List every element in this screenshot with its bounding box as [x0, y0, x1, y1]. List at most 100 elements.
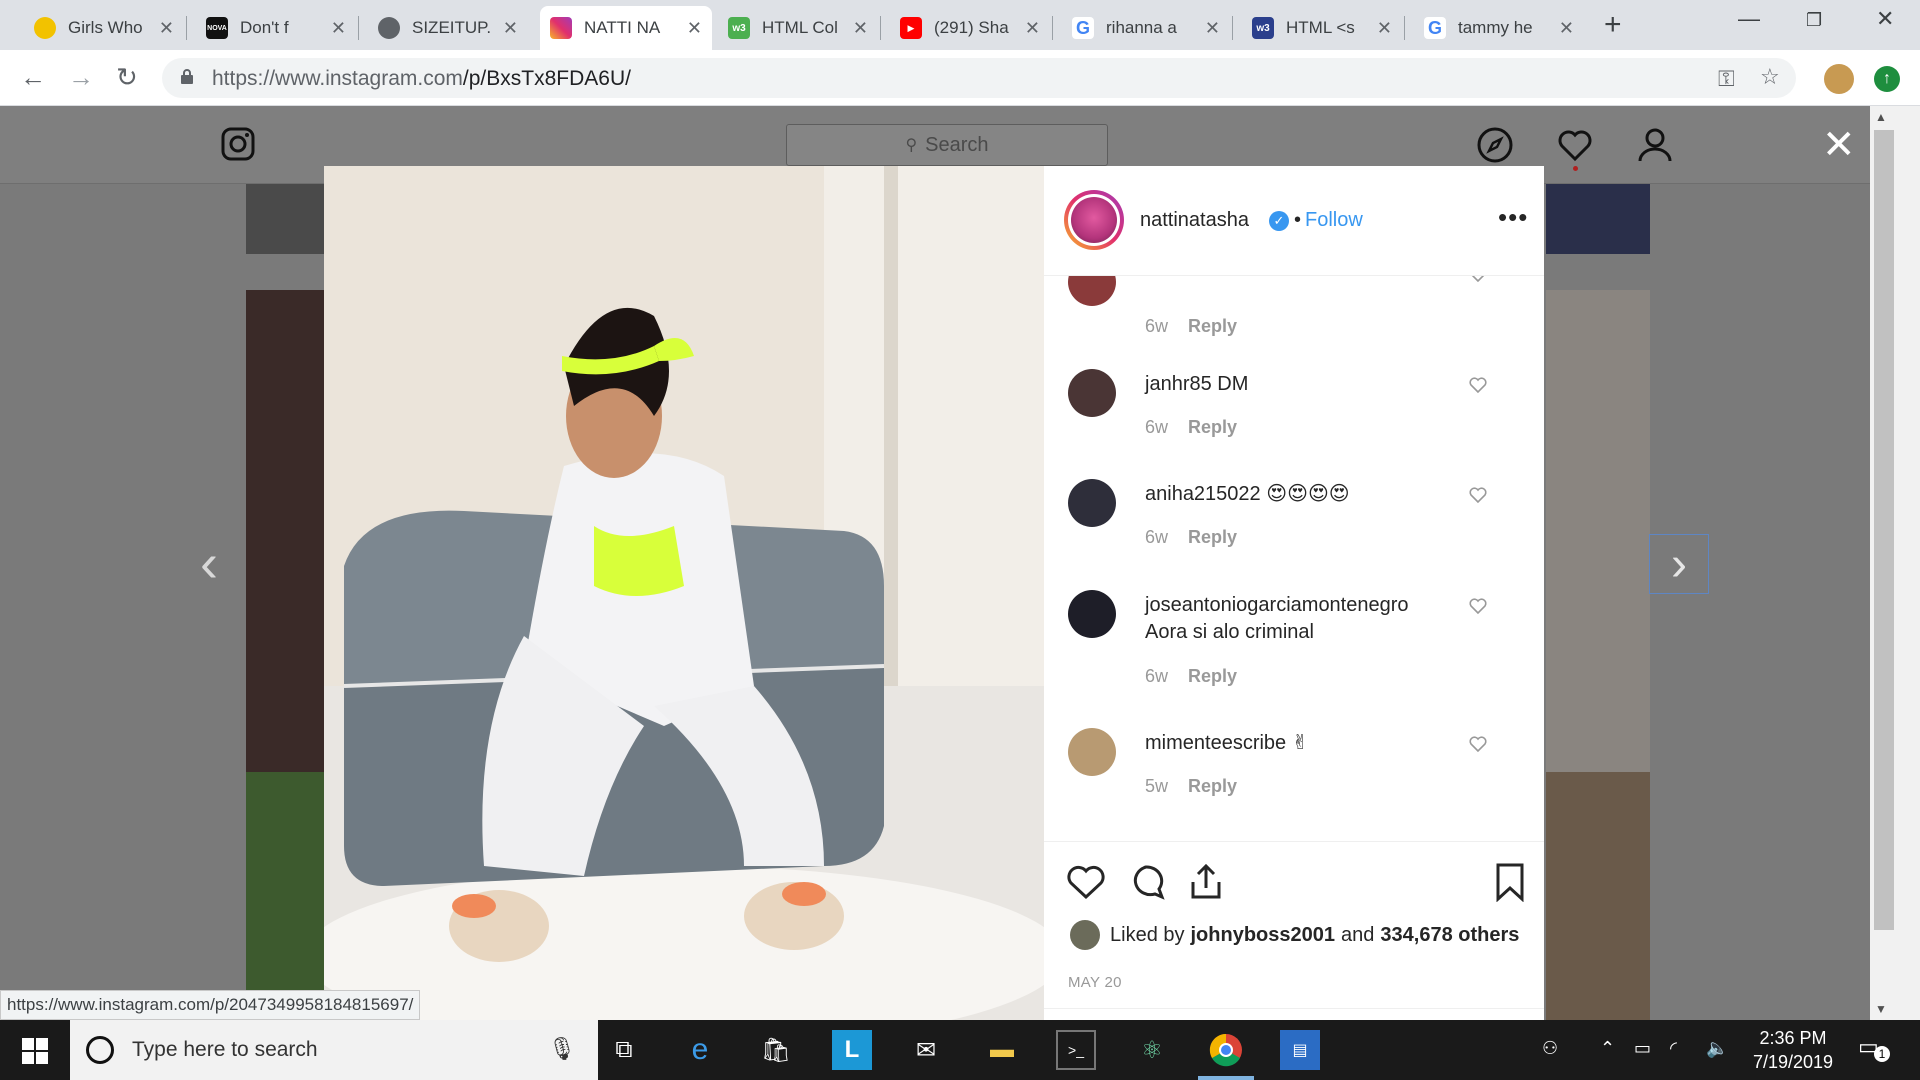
- windows-taskbar: Type here to search 🎙 ⧉ e 🛍 L ✉ ▬ >_ ⚛ ▤…: [0, 1020, 1920, 1080]
- share-icon[interactable]: [1186, 862, 1226, 902]
- chrome-browser-icon[interactable]: [1198, 1030, 1254, 1080]
- cortana-icon: [86, 1036, 114, 1064]
- post-photo[interactable]: [324, 166, 1044, 1020]
- document-app-icon[interactable]: ▤: [1280, 1030, 1320, 1070]
- edge-browser-icon[interactable]: e: [680, 1030, 720, 1070]
- commenter-username[interactable]: joseantoniogarciamontenegro: [1145, 592, 1475, 619]
- like-comment-heart-icon[interactable]: [1468, 734, 1488, 754]
- close-tab-icon[interactable]: ✕: [853, 18, 868, 39]
- reply-button[interactable]: Reply: [1188, 666, 1237, 686]
- file-explorer-icon[interactable]: ▬: [982, 1030, 1022, 1070]
- mail-icon[interactable]: ✉: [906, 1030, 946, 1070]
- reply-button[interactable]: Reply: [1188, 316, 1237, 336]
- page-scrollbar[interactable]: ▲ ▼: [1870, 106, 1920, 1020]
- reload-icon[interactable]: ↻: [116, 62, 138, 93]
- close-tab-icon[interactable]: ✕: [159, 18, 174, 39]
- comment-text: mimenteescribe ✌: [1145, 732, 1309, 754]
- terminal-icon[interactable]: >_: [1056, 1030, 1096, 1070]
- like-comment-heart-icon[interactable]: [1468, 485, 1488, 505]
- add-comment-area[interactable]: [1044, 1008, 1544, 1020]
- store-icon[interactable]: 🛍: [756, 1030, 796, 1070]
- browser-tab[interactable]: SIZEITUP. ✕: [368, 6, 528, 50]
- like-comment-heart-icon[interactable]: [1468, 375, 1488, 395]
- key-icon[interactable]: ⚿: [1718, 66, 1735, 92]
- forward-arrow-icon[interactable]: →: [68, 62, 94, 93]
- restore-button[interactable]: ❐: [1806, 10, 1822, 31]
- commenter-avatar[interactable]: [1068, 728, 1116, 776]
- close-window-button[interactable]: ✕: [1876, 6, 1894, 32]
- task-view-icon[interactable]: ⧉: [604, 1030, 644, 1070]
- commenter-avatar[interactable]: [1068, 369, 1116, 417]
- search-input[interactable]: ⚲ Search: [786, 124, 1108, 166]
- atom-editor-icon[interactable]: ⚛: [1132, 1030, 1172, 1070]
- system-clock[interactable]: 2:36 PM 7/19/2019: [1738, 1026, 1848, 1074]
- liker-username[interactable]: johnyboss2001: [1191, 924, 1336, 947]
- minimize-button[interactable]: —: [1738, 6, 1760, 32]
- new-tab-button[interactable]: +: [1604, 8, 1622, 42]
- scrollbar-thumb[interactable]: [1874, 130, 1894, 930]
- volume-icon[interactable]: 🔈: [1706, 1038, 1728, 1059]
- reply-button[interactable]: Reply: [1188, 527, 1237, 547]
- battery-icon[interactable]: ▭: [1634, 1038, 1651, 1059]
- activity-heart-icon[interactable]: [1556, 126, 1594, 164]
- start-windows-icon[interactable]: [22, 1038, 48, 1064]
- close-tab-icon[interactable]: ✕: [1559, 18, 1574, 39]
- tab-favicon-icon: [34, 17, 56, 39]
- more-options-icon[interactable]: •••: [1498, 202, 1528, 233]
- liker-avatar[interactable]: [1070, 920, 1100, 950]
- author-avatar[interactable]: [1064, 190, 1124, 250]
- commenter-avatar[interactable]: [1068, 590, 1116, 638]
- likes-count[interactable]: 334,678 others: [1380, 924, 1519, 947]
- commenter-username[interactable]: aniha215022: [1145, 483, 1261, 505]
- browser-tab[interactable]: NOVA Don't f ✕: [196, 6, 356, 50]
- close-tab-icon[interactable]: ✕: [503, 18, 518, 39]
- browser-tab[interactable]: ▶ (291) Sha ✕: [890, 6, 1050, 50]
- comment-item: mimenteescribe ✌ 5w Reply: [1068, 728, 1528, 828]
- people-icon[interactable]: ⚇: [1542, 1038, 1558, 1059]
- close-tab-icon[interactable]: ✕: [331, 18, 346, 39]
- follow-button[interactable]: Follow: [1305, 209, 1363, 232]
- previous-post-arrow-icon[interactable]: ‹: [200, 532, 218, 594]
- commenter-username[interactable]: mimenteescribe: [1145, 732, 1286, 754]
- like-heart-icon[interactable]: [1066, 862, 1106, 902]
- scroll-down-arrow-icon[interactable]: ▼: [1875, 1002, 1887, 1016]
- wifi-icon[interactable]: ◜: [1670, 1038, 1677, 1059]
- explore-compass-icon[interactable]: [1476, 126, 1514, 164]
- browser-tab[interactable]: G rihanna a ✕: [1062, 6, 1230, 50]
- like-comment-heart-icon[interactable]: [1468, 596, 1488, 616]
- star-icon[interactable]: ☆: [1760, 64, 1780, 90]
- browser-tab[interactable]: Girls Who ✕: [24, 6, 184, 50]
- search-icon: ⚲: [905, 137, 918, 154]
- address-bar[interactable]: https://www.instagram.com/p/BxsTx8FDA6U/…: [162, 58, 1796, 98]
- show-hidden-icons-chevron-icon[interactable]: ⌃: [1600, 1038, 1615, 1059]
- save-bookmark-icon[interactable]: [1490, 862, 1530, 902]
- back-arrow-icon[interactable]: ←: [20, 62, 46, 93]
- browser-tab[interactable]: w3 HTML <s ✕: [1242, 6, 1402, 50]
- close-tab-icon[interactable]: ✕: [1025, 18, 1040, 39]
- commenter-avatar[interactable]: [1068, 479, 1116, 527]
- author-username[interactable]: nattinatasha: [1140, 209, 1249, 232]
- profile-icon[interactable]: [1636, 126, 1674, 164]
- next-post-arrow-icon[interactable]: ›: [1649, 534, 1709, 594]
- comment-bubble-icon[interactable]: [1126, 862, 1166, 902]
- close-tab-icon[interactable]: ✕: [1377, 18, 1392, 39]
- app-l-icon[interactable]: L: [832, 1030, 872, 1070]
- browser-tab[interactable]: G tammy he ✕: [1414, 6, 1584, 50]
- extension-icon[interactable]: [1824, 64, 1854, 94]
- browser-tab-active[interactable]: NATTI NA ✕: [540, 6, 712, 50]
- reply-button[interactable]: Reply: [1188, 417, 1237, 437]
- update-icon[interactable]: ↑: [1874, 66, 1900, 92]
- commenter-avatar[interactable]: [1068, 276, 1116, 306]
- scroll-up-arrow-icon[interactable]: ▲: [1875, 110, 1887, 124]
- close-tab-icon[interactable]: ✕: [687, 18, 702, 39]
- like-comment-heart-icon[interactable]: [1468, 276, 1488, 284]
- taskbar-search-box[interactable]: Type here to search 🎙: [70, 1020, 598, 1080]
- close-modal-button[interactable]: ✕: [1822, 122, 1856, 168]
- action-center-icon[interactable]: ▭ 1: [1858, 1034, 1890, 1064]
- instagram-logo-icon[interactable]: [220, 126, 256, 162]
- browser-tab[interactable]: w3 HTML Col ✕: [718, 6, 878, 50]
- close-tab-icon[interactable]: ✕: [1205, 18, 1220, 39]
- reply-button[interactable]: Reply: [1188, 776, 1237, 796]
- commenter-username[interactable]: janhr85: [1145, 373, 1212, 395]
- microphone-icon[interactable]: 🎙: [548, 1036, 576, 1062]
